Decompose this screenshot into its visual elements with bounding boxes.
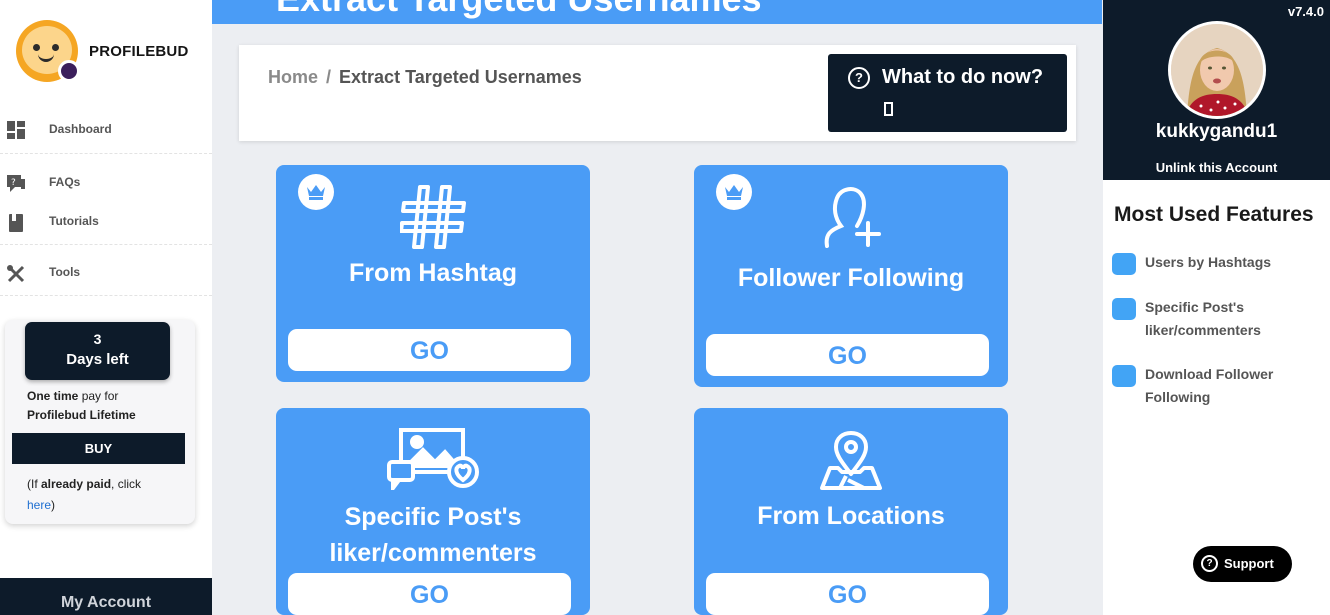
card-title: Specific Post's liker/commenters xyxy=(329,503,537,567)
premium-crown-icon xyxy=(716,174,752,210)
breadcrumb: Home / Extract Targeted Usernames xyxy=(268,67,582,87)
from-hashtag-card[interactable]: From Hashtag GO xyxy=(276,165,590,382)
account-username: kukkygandu1 xyxy=(1155,121,1278,142)
svg-text:?: ? xyxy=(11,178,16,188)
sidebar-divider xyxy=(0,153,212,154)
help-icon: ? xyxy=(848,67,870,89)
page-title: Extract Targeted Usernames xyxy=(276,0,762,20)
from-locations-card[interactable]: From Locations GO xyxy=(694,408,1008,615)
feature-bullet-icon xyxy=(1112,253,1136,275)
breadcrumb-card: Home / Extract Targeted Usernames ? What t… xyxy=(239,45,1076,141)
sidebar-item-faqs[interactable]: ? FAQs xyxy=(0,171,212,193)
unlink-account-link[interactable]: Unlink this Account xyxy=(1103,160,1330,175)
sidebar-divider xyxy=(0,295,212,296)
sidebar-item-tutorials[interactable]: Tutorials xyxy=(0,210,212,232)
here-link[interactable]: here xyxy=(27,498,51,512)
specific-post-card[interactable]: Specific Post's liker/commenters GO xyxy=(276,408,590,615)
feature-label: Download Follower Following xyxy=(1145,366,1274,405)
promo-line-1: One time pay for xyxy=(27,389,119,403)
already-paid-note: (If already paid, click here) xyxy=(27,477,142,512)
support-button[interactable]: ? Support xyxy=(1193,546,1292,582)
lifetime-promo-card: 3 Days left One time pay for Profilebud … xyxy=(5,320,195,524)
card-title: From Hashtag xyxy=(348,259,518,287)
sidebar-item-tools[interactable]: Tools xyxy=(0,261,212,283)
page-banner: Extract Targeted Usernames xyxy=(212,0,1102,24)
brand-name: PROFILEBUD xyxy=(89,42,189,60)
my-account-button[interactable]: My Account xyxy=(0,578,212,615)
card-title: Follower Following xyxy=(737,264,965,292)
sidebar-divider xyxy=(0,244,212,245)
avatar-photo xyxy=(1171,24,1263,116)
support-label: Support xyxy=(1224,556,1274,571)
follower-following-card[interactable]: Follower Following GO xyxy=(694,165,1008,387)
hashtag-icon xyxy=(400,185,466,249)
what-to-do-label: What to do now? xyxy=(882,66,1044,88)
go-button[interactable]: GO xyxy=(288,573,571,615)
faq-icon: ? xyxy=(7,175,25,192)
breadcrumb-current: Extract Targeted Usernames xyxy=(339,67,582,87)
go-button[interactable]: GO xyxy=(706,573,989,615)
map-pin-icon xyxy=(820,431,882,490)
sidebar-item-label: FAQs xyxy=(49,175,81,189)
sidebar-item-label: Tools xyxy=(49,265,81,279)
feature-bullet-icon xyxy=(1112,365,1136,387)
version-label: v7.4.0 xyxy=(1287,4,1324,19)
promo-line-2: Profilebud Lifetime xyxy=(27,408,136,422)
feature-label: Users by Hashtags xyxy=(1145,254,1272,270)
profilebud-logo-icon xyxy=(16,20,80,82)
card-title: From Locations xyxy=(757,502,945,530)
sidebar-item-label: Tutorials xyxy=(49,214,99,228)
feature-label: Specific Post's liker/commenters xyxy=(1145,299,1261,338)
tools-icon xyxy=(7,265,25,283)
help-icon: ? xyxy=(1201,555,1218,572)
days-left-badge: 3 Days left xyxy=(25,322,170,380)
what-to-do-now-button[interactable]: ? What to do now? xyxy=(828,54,1067,132)
book-icon xyxy=(9,214,23,232)
feature-bullet-icon xyxy=(1112,298,1136,320)
premium-crown-icon xyxy=(298,174,334,210)
breadcrumb-home[interactable]: Home xyxy=(268,67,318,87)
sidebar-item-label: Dashboard xyxy=(49,122,112,136)
features-title: Most Used Features xyxy=(1114,203,1314,226)
dashboard-icon xyxy=(7,121,25,139)
sidebar-item-dashboard[interactable]: Dashboard xyxy=(0,118,212,140)
user-plus-icon xyxy=(824,187,881,248)
days-left-label: Days left xyxy=(66,351,129,368)
avatar[interactable] xyxy=(1168,21,1266,119)
profile-panel: v7.4.0 kukkygandu1 Unlink this Account xyxy=(1103,0,1330,180)
go-button[interactable]: GO xyxy=(288,329,571,371)
brand-logo[interactable]: PROFILEBUD xyxy=(16,20,189,82)
days-left-count: 3 xyxy=(93,331,102,347)
placeholder-glyph-icon xyxy=(884,102,893,116)
sidebar: PROFILEBUD Dashboard ? FAQs Tutorials To… xyxy=(0,0,212,615)
image-comment-like-icon xyxy=(387,428,479,490)
go-button[interactable]: GO xyxy=(706,334,989,376)
buy-button[interactable]: BUY xyxy=(12,433,185,464)
